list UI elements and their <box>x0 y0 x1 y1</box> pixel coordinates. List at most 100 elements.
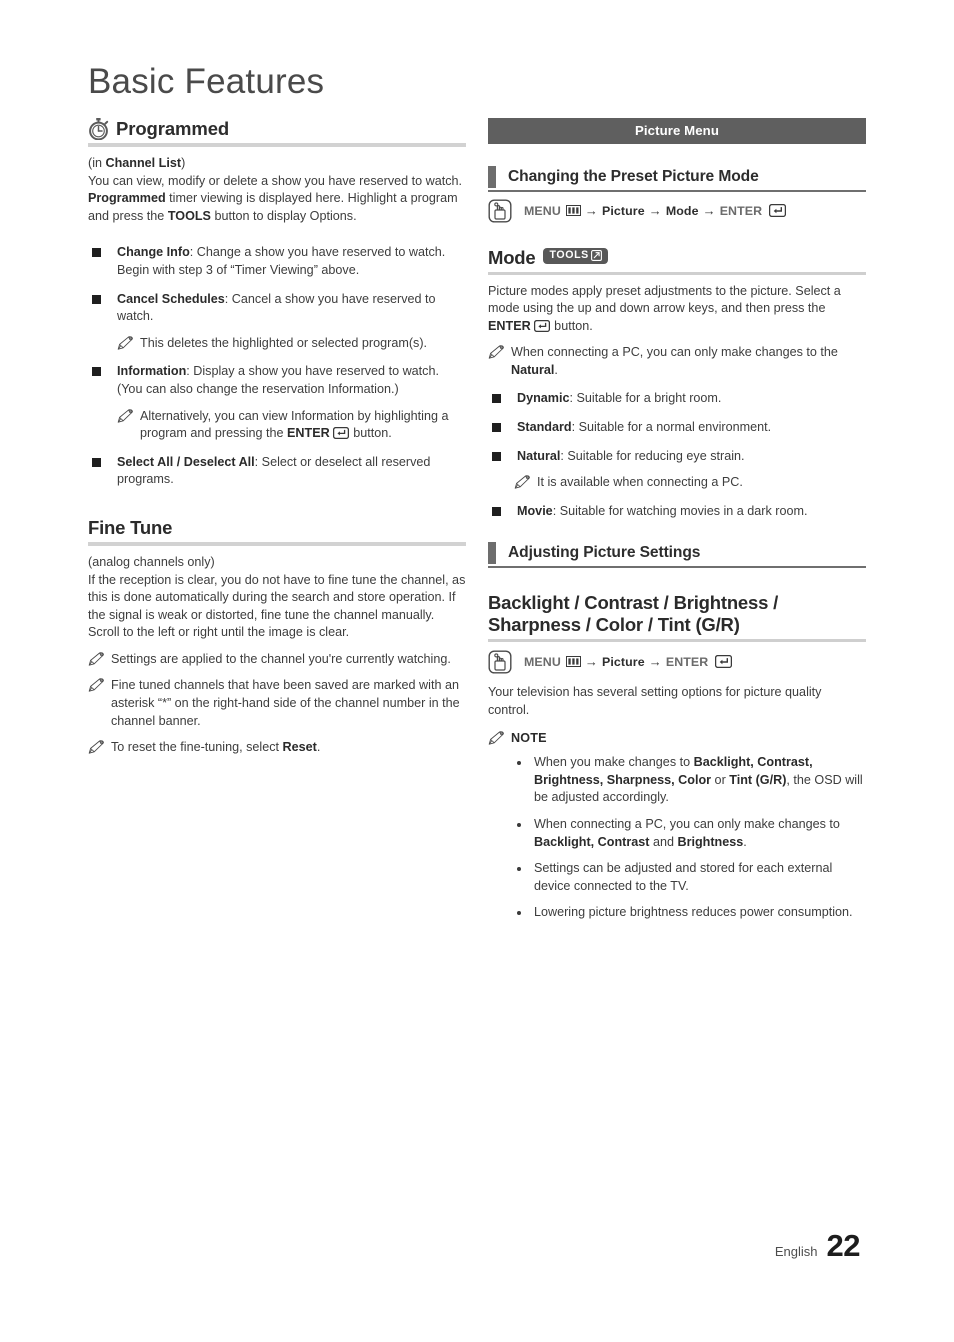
dot-bullet-icon <box>517 761 521 766</box>
bullet-term: Cancel Schedules <box>117 291 225 306</box>
mode-rule <box>488 271 866 275</box>
list-item: Cancel Schedules: Cancel a show you have… <box>88 291 466 326</box>
menu-path-row: MENU → Picture → Mode → ENTER <box>488 199 866 223</box>
note-bold-enter: ENTER <box>287 426 330 441</box>
square-bullet-icon <box>492 423 501 433</box>
nb-t3: . <box>743 834 747 849</box>
note-bullet-text: Lowering picture brightness reduces powe… <box>534 905 853 920</box>
bullet-term: Information <box>117 364 187 379</box>
note-text-1: When connecting a PC, you can only make … <box>511 345 838 360</box>
square-bullet-icon <box>92 367 101 377</box>
heading-fine-tune: Fine Tune <box>88 517 466 539</box>
list-item: Information: Display a show you have res… <box>88 363 466 398</box>
list-item: Lowering picture brightness reduces powe… <box>517 904 866 922</box>
note-text-1: To reset the fine-tuning, select <box>111 740 283 755</box>
tools-badge[interactable]: TOOLS <box>542 247 608 264</box>
chapter-heading-programmed: Programmed <box>88 118 466 140</box>
enter-key-icon <box>332 427 349 440</box>
square-bullet-icon <box>492 394 501 404</box>
mode-body-bold-enter: ENTER <box>488 318 531 333</box>
menu-path-row: MENU → Picture → ENTER <box>488 650 866 674</box>
note-text: It is available when connecting a PC. <box>537 475 743 490</box>
enter-label: ENTER <box>665 654 709 669</box>
section-title: Adjusting Picture Settings <box>508 544 701 562</box>
bullet-body: Information: Display a show you have res… <box>117 363 466 398</box>
nb-t1: When connecting a PC, you can only make … <box>534 816 840 831</box>
note-item: Settings are applied to the channel you'… <box>88 651 466 669</box>
note-item: This deletes the highlighted or selected… <box>117 335 466 353</box>
path-arrow: → <box>584 654 598 670</box>
bullet-term: Change Info <box>117 245 190 260</box>
note-text: This deletes the highlighted or selected… <box>140 335 428 350</box>
mode-title: Mode <box>488 246 536 268</box>
page-title: Basic Features <box>88 62 325 101</box>
path-arrow: → <box>584 203 598 218</box>
mode-body-1: Picture modes apply preset adjustments t… <box>488 283 841 316</box>
list-item: Settings can be adjusted and stored for … <box>517 860 866 895</box>
menu-label: MENU <box>524 654 561 669</box>
picture-menu-banner: Picture Menu <box>488 118 866 144</box>
dot-bullet-icon <box>517 822 521 827</box>
square-bullet-icon <box>92 457 101 467</box>
page-footer: English 22 <box>775 1228 861 1264</box>
enter-key-icon <box>715 655 733 669</box>
tools-badge-label: TOOLS <box>549 248 589 261</box>
note-item: Alternatively, you can view Information … <box>117 408 466 443</box>
bullet-body: Movie: Suitable for watching movies in a… <box>517 503 866 521</box>
note-item: Fine tuned channels that have been saved… <box>88 677 466 730</box>
note-heading: NOTE <box>488 731 866 745</box>
backlight-rule <box>488 638 866 642</box>
pencil-note-icon <box>88 678 105 730</box>
nb-t2: or <box>711 772 730 787</box>
note-item: When connecting a PC, you can only make … <box>488 344 866 379</box>
pencil-note-icon <box>514 475 531 492</box>
nb-b2: Tint (G/R) <box>729 772 787 787</box>
bullet-text: : Suitable for a normal environment. <box>571 420 772 435</box>
pencil-note-icon <box>88 740 105 757</box>
tools-arrow-icon <box>590 249 602 261</box>
list-item: Change Info: Change a show you have rese… <box>88 244 466 279</box>
note-text-2: button. <box>349 426 392 441</box>
intro-text-1: You can view, modify or delete a show yo… <box>88 173 463 188</box>
note-text-2: . <box>554 362 558 377</box>
note-bullet-text: Settings can be adjusted and stored for … <box>534 861 833 893</box>
right-column: Picture Menu Changing the Preset Picture… <box>488 118 866 922</box>
hand-press-icon <box>488 650 512 674</box>
path-arrow: → <box>648 654 662 670</box>
note-bold-reset: Reset <box>282 740 317 755</box>
chapter-rule <box>88 143 466 147</box>
note-bullet-text: When connecting a PC, you can only make … <box>534 816 866 851</box>
bullet-term: Dynamic <box>517 391 570 406</box>
heading-backlight-settings: Backlight / Contrast / Brightness / <box>488 592 866 614</box>
subtitle-prefix: (in <box>88 156 106 170</box>
intro-bold-programmed: Programmed <box>88 191 166 206</box>
subtitle-suffix: ) <box>181 156 186 170</box>
square-bullet-icon <box>492 451 501 461</box>
path-step-mode: Mode <box>665 203 699 218</box>
note-text: To reset the fine-tuning, select Reset. <box>111 739 466 757</box>
left-column: Programmed (in Channel List) You can vie… <box>88 118 466 757</box>
dot-bullet-icon <box>517 911 521 916</box>
bullet-body: Natural: Suitable for reducing eye strai… <box>517 448 866 466</box>
hand-press-icon <box>488 199 512 223</box>
fine-tune-rule <box>88 541 466 546</box>
list-item: Select All / Deselect All: Select or des… <box>88 454 466 489</box>
backlight-heading-line-1: Backlight / Contrast / Brightness / <box>488 591 779 613</box>
backlight-heading-line-2: Sharpness / Color / Tint (G/R) <box>488 613 740 635</box>
bullet-body: Select All / Deselect All: Select or des… <box>117 454 466 489</box>
square-bullet-icon <box>492 506 501 516</box>
mode-body-2: button. <box>550 318 593 333</box>
nb-b1: Backlight, Contrast <box>534 834 650 849</box>
list-item: When connecting a PC, you can only make … <box>517 816 866 851</box>
note-text: Fine tuned channels that have been saved… <box>111 678 460 728</box>
section-title: Changing the Preset Picture Mode <box>508 168 759 185</box>
path-step-picture: Picture <box>602 654 645 669</box>
fine-tune-title: Fine Tune <box>88 516 173 538</box>
section-heading-changing-preset-picture-mode: Changing the Preset Picture Mode <box>488 166 866 188</box>
bullet-body: Standard: Suitable for a normal environm… <box>517 419 866 437</box>
list-item: When you make changes to Backlight, Cont… <box>517 754 866 807</box>
pencil-note-icon <box>88 652 105 669</box>
bullet-body: Dynamic: Suitable for a bright room. <box>517 390 866 408</box>
menu-bars-icon <box>565 205 581 216</box>
programmed-intro: You can view, modify or delete a show yo… <box>88 173 466 226</box>
